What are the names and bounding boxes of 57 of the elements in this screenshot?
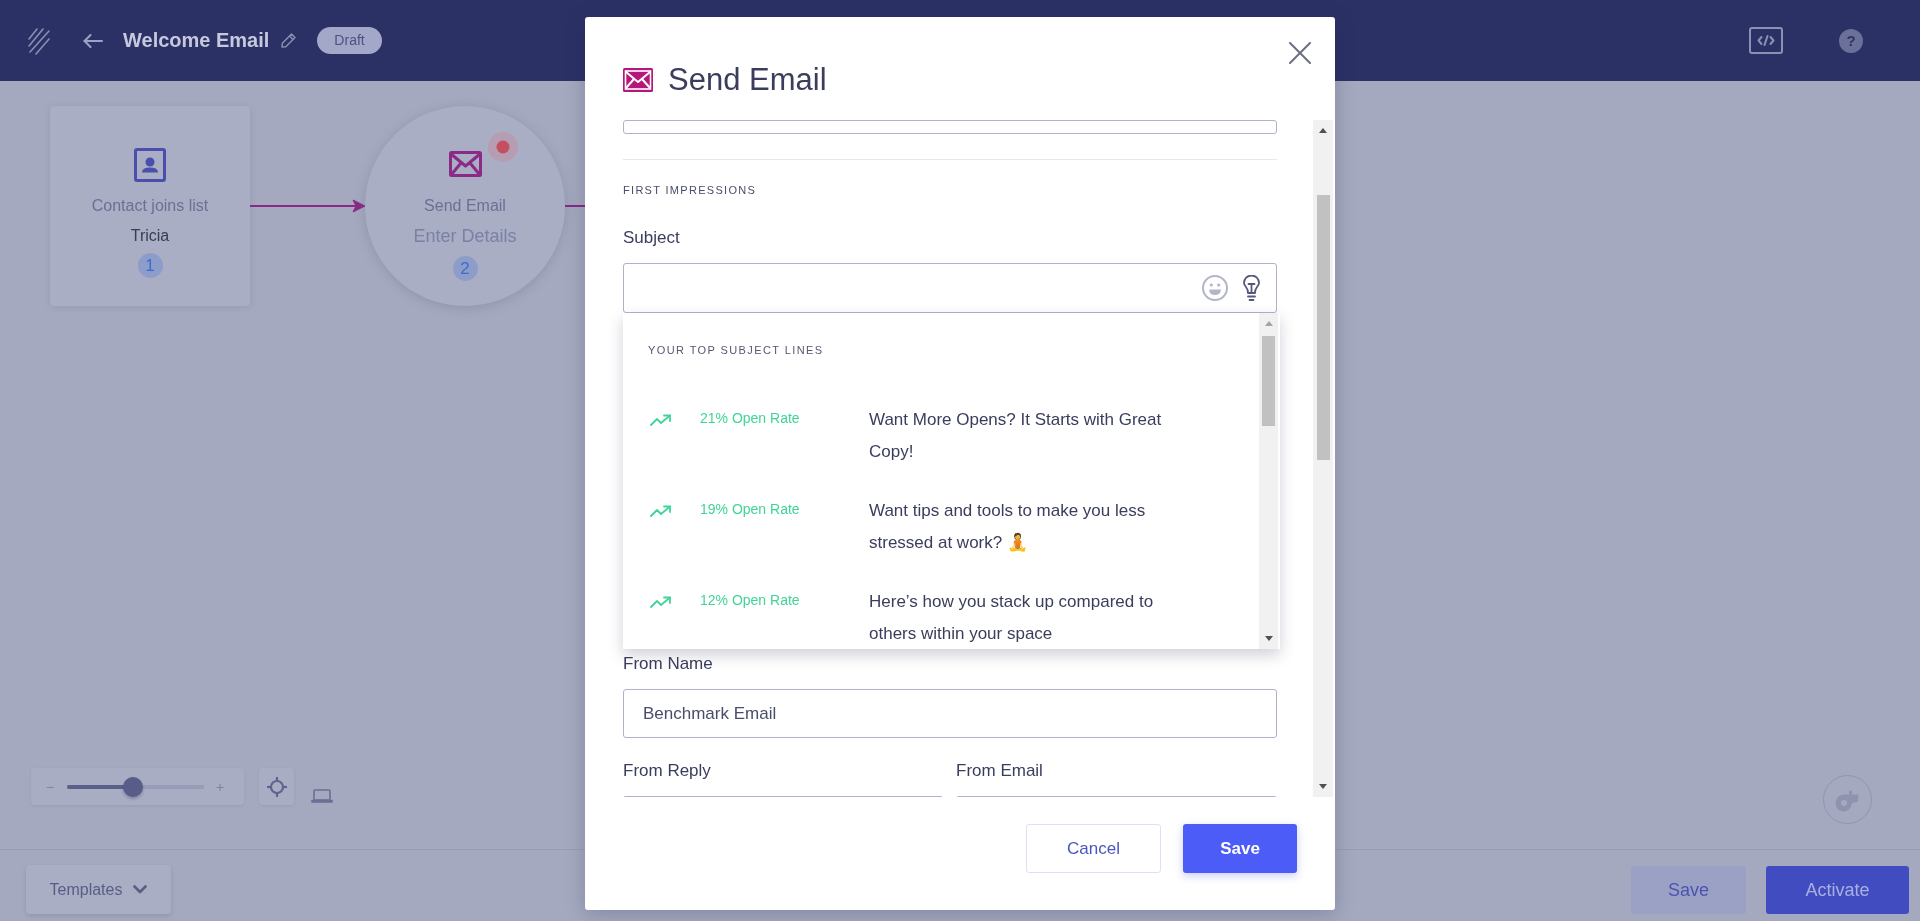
node-detail: Tricia xyxy=(130,226,170,246)
step-number-badge: 2 xyxy=(452,256,478,281)
back-arrow-icon[interactable] xyxy=(83,33,103,48)
scroll-down-icon[interactable] xyxy=(1319,784,1327,789)
dropdown-heading: YOUR TOP SUBJECT LINES xyxy=(648,344,825,357)
field-label: From Reply xyxy=(623,760,712,782)
open-rate-text: 19% Open Rate xyxy=(700,500,801,519)
recenter-button[interactable] xyxy=(259,768,294,805)
status-badge: Draft xyxy=(317,27,382,54)
close-icon[interactable] xyxy=(1289,42,1311,64)
lightbulb-icon[interactable] xyxy=(1243,275,1260,301)
connector-line xyxy=(565,205,585,207)
scrollbar-thumb[interactable] xyxy=(1316,195,1330,460)
envelope-icon xyxy=(623,68,653,92)
input-field[interactable] xyxy=(623,120,1277,134)
crosshair-icon xyxy=(266,776,287,797)
activate-button[interactable]: Activate xyxy=(1766,866,1909,914)
scrollbar[interactable] xyxy=(1313,120,1333,797)
subject-line-option[interactable]: Here’s how you stack up compared to others within your space xyxy=(869,586,1199,649)
envelope-icon xyxy=(448,151,482,177)
laptop-icon[interactable] xyxy=(311,789,333,803)
cancel-button[interactable]: Cancel xyxy=(1026,824,1161,873)
scroll-down-icon[interactable] xyxy=(1264,636,1273,641)
trending-up-icon xyxy=(650,414,671,426)
templates-dropdown-button[interactable]: Templates xyxy=(26,865,171,914)
help-button[interactable]: ? xyxy=(1839,28,1863,53)
subject-line-option[interactable]: Want More Opens? It Starts with Great Copy! xyxy=(869,404,1199,468)
node-title: Contact joins list xyxy=(91,196,209,216)
scroll-up-icon[interactable] xyxy=(1319,128,1327,133)
trigger-node-card[interactable]: Contact joins list Tricia 1 xyxy=(50,106,250,306)
logo-icon[interactable] xyxy=(28,26,50,55)
chevron-down-icon xyxy=(133,885,148,894)
workflow-title: Welcome Email xyxy=(123,29,270,52)
node-title: Send Email xyxy=(424,196,506,216)
open-rate-text: 21% Open Rate xyxy=(700,409,801,428)
code-view-icon[interactable] xyxy=(1749,27,1783,54)
subject-field[interactable] xyxy=(623,263,1277,313)
scrollbar-thumb[interactable] xyxy=(1262,336,1275,426)
save-button[interactable]: Save xyxy=(1183,824,1297,873)
save-button[interactable]: Save xyxy=(1631,866,1746,914)
subject-line-option[interactable]: Want tips and tools to make you less stressed at work? 🧘 xyxy=(869,495,1199,559)
field-label: From Name xyxy=(623,653,714,675)
trending-up-icon xyxy=(650,505,671,517)
section-heading: FIRST IMPRESSIONS xyxy=(623,184,758,197)
templates-label: Templates xyxy=(49,880,123,899)
slider-thumb[interactable] xyxy=(122,776,143,797)
scrollbar[interactable] xyxy=(1259,313,1278,649)
step-number-badge: 1 xyxy=(137,253,163,278)
contact-card-icon xyxy=(134,148,166,182)
field-label: From Email xyxy=(956,760,1044,782)
field-label: Subject xyxy=(623,227,681,249)
emoji-icon[interactable] xyxy=(1202,275,1228,301)
pencil-icon[interactable] xyxy=(281,33,297,48)
from-name-field[interactable]: Benchmark Email xyxy=(623,689,1277,738)
modal-title: Send Email xyxy=(668,61,827,99)
open-rate-text: 12% Open Rate xyxy=(700,591,801,610)
trending-up-icon xyxy=(650,596,671,608)
